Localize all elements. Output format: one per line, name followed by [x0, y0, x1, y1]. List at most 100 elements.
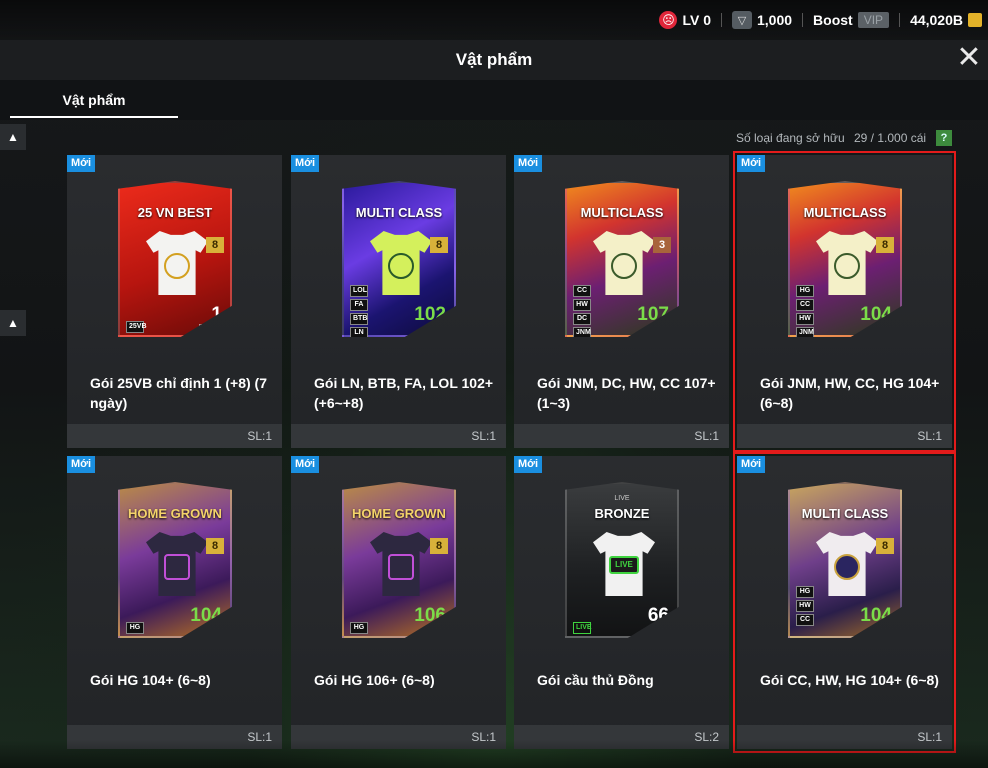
pack-title: MULTICLASS [803, 205, 887, 220]
owned-summary: Số loại đang sở hữu 29 / 1.000 cái | [736, 131, 939, 145]
item-card[interactable]: Mới HOME GROWN 8 HG 106 OVR Gói HG 106+ (… [291, 456, 506, 749]
new-badge: Mới [291, 155, 320, 172]
tag: LIVE [573, 622, 592, 634]
ovr-label: OVR [653, 625, 669, 632]
tag: FA [350, 299, 368, 311]
ovr-value: 104 [190, 605, 222, 626]
ovr-value: 104 [860, 304, 892, 325]
active-tab-indicator [10, 116, 178, 118]
crest-icon [164, 554, 190, 580]
pack-image: MULTI CLASS 8 LOL FA BTB LN 102 OVR [342, 181, 456, 337]
pack-title: HOME GROWN [352, 506, 446, 521]
grade-chip: 8 [206, 538, 224, 554]
pack-image: MULTICLASS 8 HG CC HW JNM 104 OVR [788, 181, 902, 337]
item-card[interactable]: Mới LIVE BRONZE LIVE LIVE 66 OVR Gói cầu … [514, 456, 729, 749]
new-badge: Mới [514, 155, 543, 172]
new-badge: Mới [291, 456, 320, 473]
ovr-value: 104 [860, 605, 892, 626]
arrow-up-icon: ▲ [7, 130, 19, 144]
tag: HG [796, 586, 814, 598]
ovr-value: 107 [637, 304, 669, 325]
crest-icon [834, 253, 860, 279]
divider [802, 13, 804, 27]
pack-image: HOME GROWN 8 HG 104 OVR [118, 482, 232, 638]
grade-chip: 8 [430, 538, 448, 554]
item-card[interactable]: Mới MULTICLASS 3 CC HW DC JNM 107 OVR Gói… [514, 155, 729, 448]
grade-chip: 8 [876, 538, 894, 554]
pack-title: MULTICLASS [580, 205, 664, 220]
grade-chip: 3 [653, 237, 671, 253]
tag: HW [796, 313, 814, 325]
item-quantity: SL:1 [737, 424, 952, 448]
item-name: Gói cầu thủ Đồng [537, 672, 654, 688]
item-card[interactable]: Mới MULTI CLASS 8 LOL FA BTB LN 102 OVR G… [291, 155, 506, 448]
ovr-value: 66 [647, 605, 669, 626]
live-mark: LIVE [609, 556, 639, 574]
item-card-selected[interactable]: Mới MULTI CLASS 8 HG HW CC 104 OVR Gói CC… [733, 452, 956, 753]
ovr-value: 106 [414, 605, 446, 626]
tag: HG [126, 622, 144, 634]
item-name: Gói HG 106+ (6~8) [314, 672, 435, 688]
tag: 25VB [126, 321, 147, 333]
item-quantity: SL:1 [67, 424, 282, 448]
item-card[interactable]: Mới 25 VN BEST 8 25VB 1 DRAFT Gói 25VB ch… [67, 155, 282, 448]
page-title: Vật phẩm [455, 50, 533, 69]
ovr-label: OVR [430, 324, 446, 331]
tag: HG [350, 622, 368, 634]
help-button[interactable]: ? [936, 130, 952, 146]
pack-image: MULTI CLASS 8 HG HW CC 104 OVR [788, 482, 902, 638]
scroll-up-button-secondary[interactable]: ▲ [0, 310, 26, 336]
points-indicator[interactable]: ▽ 1,000 [732, 11, 792, 29]
grade-chip: 8 [206, 237, 224, 253]
bottom-fade [0, 740, 988, 768]
tag: CC [796, 614, 814, 626]
new-badge: Mới [737, 456, 766, 473]
item-name: Gói CC, HW, HG 104+ (6~8) [760, 672, 939, 688]
ovr-label: OVR [206, 625, 222, 632]
tag: LOL [350, 285, 368, 297]
vip-badge: VIP [857, 12, 890, 28]
pack-title: MULTI CLASS [355, 205, 443, 220]
pack-image: MULTICLASS 3 CC HW DC JNM 107 OVR [565, 181, 679, 337]
pack-image: LIVE BRONZE LIVE LIVE 66 OVR [565, 482, 679, 638]
tab-items[interactable]: Vật phẩm [10, 92, 178, 118]
pack-title: MULTI CLASS [801, 506, 889, 521]
crest-icon [388, 253, 414, 279]
ovr-value: 102 [414, 304, 446, 325]
item-card[interactable]: Mới HOME GROWN 8 HG 104 OVR Gói HG 104+ (… [67, 456, 282, 749]
divider [721, 13, 722, 27]
new-badge: Mới [67, 155, 96, 172]
owned-label: Số loại đang sở hữu [736, 131, 845, 145]
grade-chip: 8 [876, 237, 894, 253]
currency-indicator[interactable]: 44,020B [910, 12, 982, 28]
item-name: Gói HG 104+ (6~8) [90, 672, 211, 688]
checkmark-icon [164, 253, 190, 279]
tag: HW [573, 299, 591, 311]
pack-title: BRONZE [594, 506, 650, 521]
tab-bar: Vật phẩm [0, 80, 988, 120]
item-quantity: SL:1 [514, 424, 729, 448]
level-text: LV 0 [682, 12, 711, 28]
boost-indicator[interactable]: Boost VIP [813, 12, 890, 28]
pack-title: 25 VN BEST [137, 205, 213, 220]
ovr-label: OVR [876, 324, 892, 331]
window-header: Vật phẩm ✕ [0, 40, 988, 80]
ovr-label: OVR [430, 625, 446, 632]
divider [899, 13, 901, 27]
ovr-value: 1 [211, 304, 222, 325]
grade-chip: 8 [430, 237, 448, 253]
scroll-up-button[interactable]: ▲ [0, 124, 26, 150]
tag: JNM [796, 327, 814, 337]
close-button[interactable]: ✕ [956, 43, 982, 73]
level-indicator[interactable]: ☹ LV 0 [659, 11, 711, 29]
pack-subtitle: LIVE [614, 495, 630, 502]
item-card-selected[interactable]: Mới MULTICLASS 8 HG CC HW JNM 104 OVR Gói… [733, 151, 956, 452]
item-name: Gói 25VB chỉ định 1 (+8) (7 ngày) [90, 375, 267, 411]
shield-icon: ▽ [732, 11, 752, 29]
ovr-label: OVR [653, 324, 669, 331]
pack-image: 25 VN BEST 8 25VB 1 DRAFT [118, 181, 232, 337]
currency-text: 44,020B [910, 12, 963, 28]
item-name: Gói LN, BTB, FA, LOL 102+ (+6~+8) [314, 375, 494, 411]
boost-text: Boost [813, 12, 853, 28]
ovr-label: DRAFT [198, 324, 222, 331]
